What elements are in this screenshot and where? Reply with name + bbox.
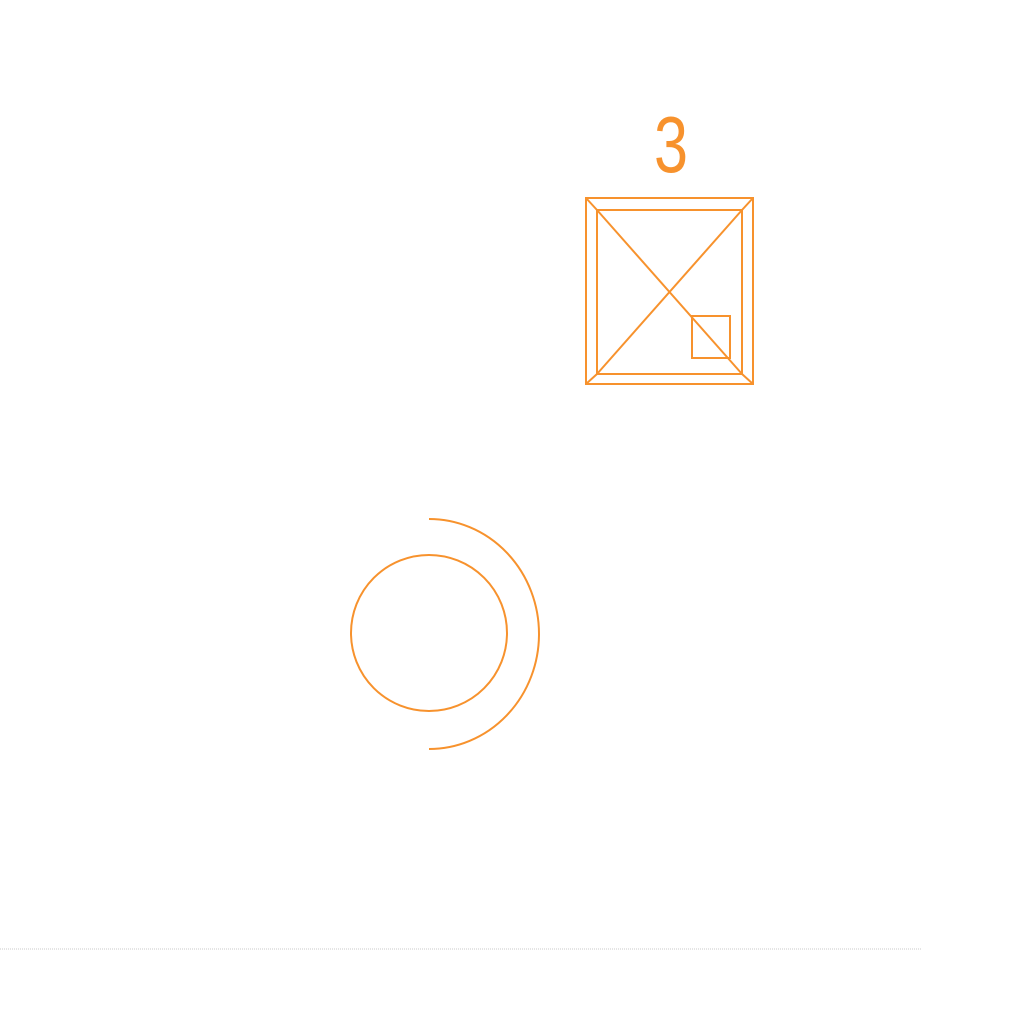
corner-line-bottom-right [741,373,754,385]
symbol-number-label: 3 [654,100,688,189]
square-with-diagonals-icon [585,197,754,385]
inner-circle [350,554,508,712]
corner-line-top-left [585,197,598,211]
corner-line-bottom-left [585,373,598,385]
drawing-canvas: 3 [0,100,922,950]
symbol-number-label-group: 3 [654,100,688,189]
circle-with-arc-icon [350,518,540,750]
outer-arc [428,518,540,750]
small-square [691,315,731,359]
corner-line-top-right [741,197,754,211]
